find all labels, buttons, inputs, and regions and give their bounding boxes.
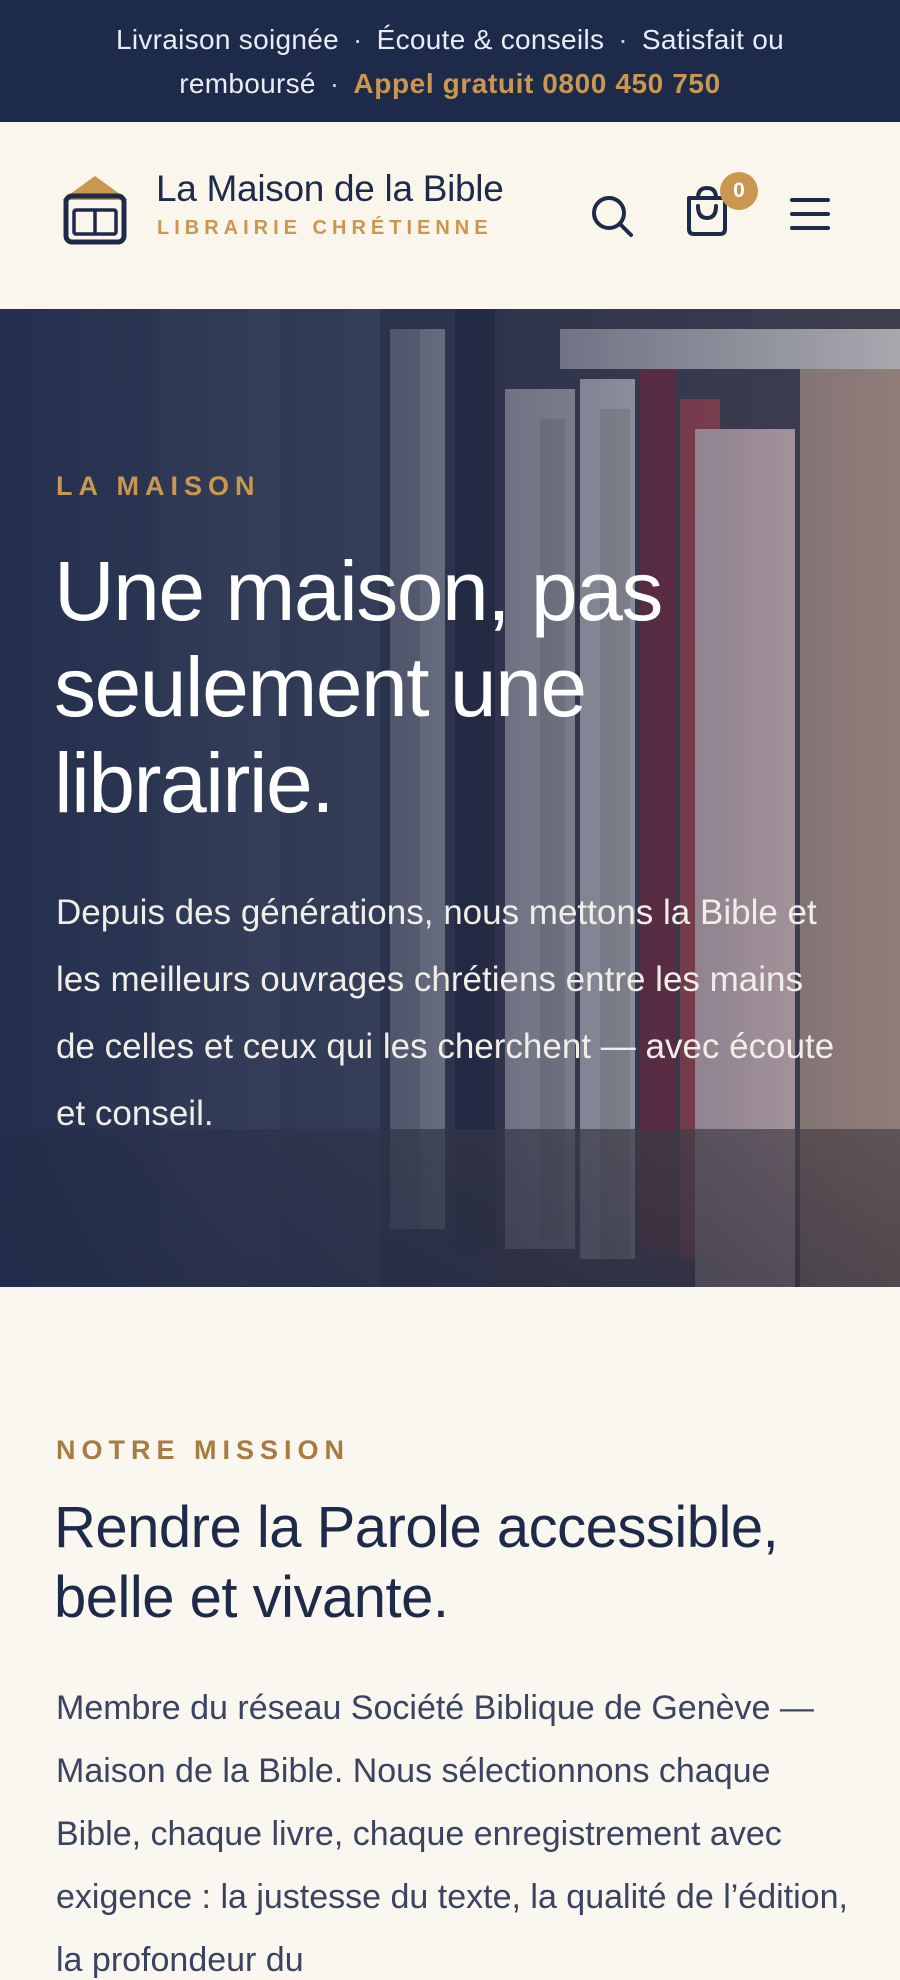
menu-button[interactable] [786, 190, 834, 238]
separator: · [352, 24, 363, 55]
search-icon [592, 196, 633, 237]
hero-title: Une maison, pas seulement une librairie. [54, 544, 663, 830]
site-header: La Maison de la Bible LIBRAIRIE CHRÉTIEN… [0, 122, 900, 309]
house-book-icon [62, 176, 128, 245]
separator: · [618, 24, 628, 55]
cart-count-badge: 0 [720, 172, 758, 210]
search-button[interactable] [586, 190, 638, 242]
brand-tagline: LIBRAIRIE CHRÉTIENNE [157, 217, 493, 239]
mission-eyebrow: NOTRE MISSION [56, 1435, 351, 1465]
hero-section: LA MAISON Une maison, pas seulement une … [0, 309, 900, 1287]
mission-section: NOTRE MISSION Rendre la Parole accessibl… [0, 1287, 900, 1980]
hero-description: Depuis des générations, nous mettons la … [56, 893, 835, 1133]
mission-description: Membre du réseau Société Biblique de Gen… [56, 1689, 848, 1979]
announcement-advice: Écoute & conseils [376, 24, 605, 55]
announcement-delivery: Livraison soignée [115, 24, 339, 55]
mission-title: Rendre la Parole accessible, belle et vi… [54, 1495, 779, 1630]
brand-name: La Maison de la Bible [156, 168, 504, 209]
separator: · [329, 68, 340, 99]
announcement-bar: Livraison soignée · Écoute & conseils · Sati… [0, 0, 900, 122]
hero-eyebrow: LA MAISON [56, 471, 261, 501]
hamburger-menu-icon [790, 198, 830, 230]
free-call-phone-link[interactable]: Appel gratuit 0800 450 750 [353, 68, 720, 99]
